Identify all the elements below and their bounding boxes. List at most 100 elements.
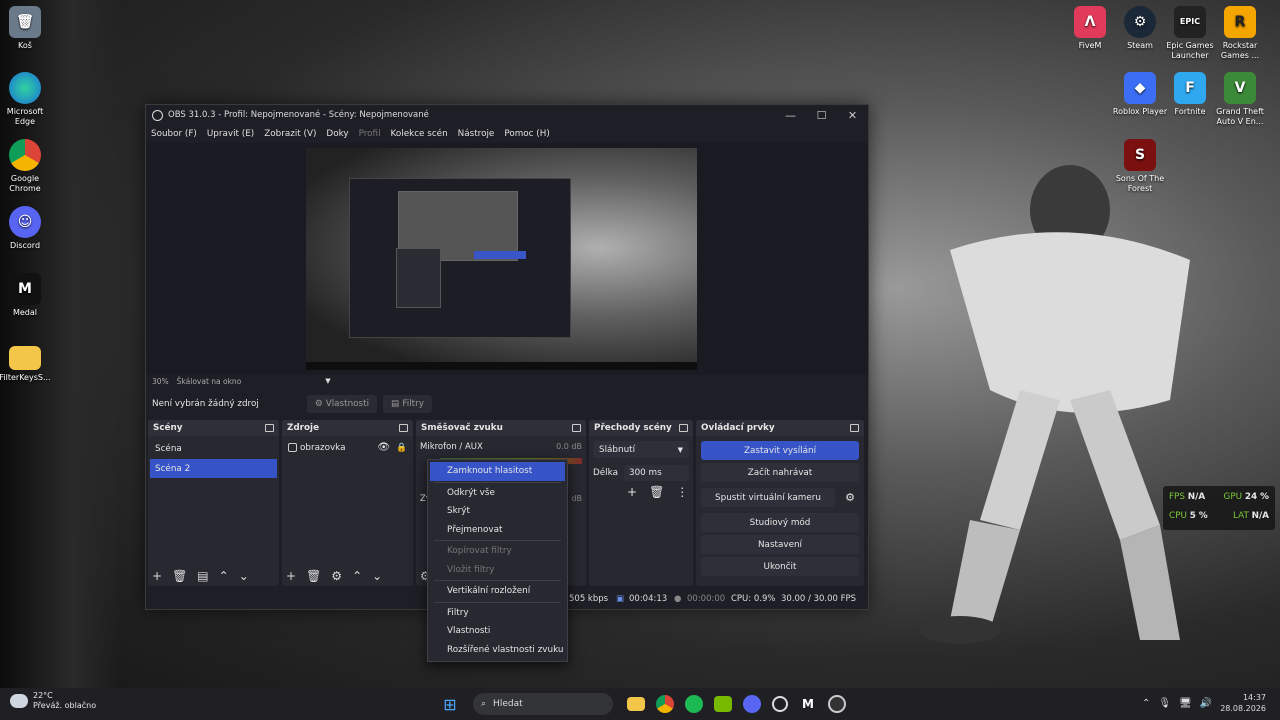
desktop-icon-roblox[interactable]: ◆ Roblox Player <box>1112 72 1168 117</box>
weather-widget[interactable]: 22°C Převáž. oblačno <box>10 691 96 711</box>
desktop-icon-medal[interactable]: M Medal <box>0 273 53 318</box>
controls-dock-header: Ovládací prvky <box>696 420 864 436</box>
menu-upravit[interactable]: Upravit (E) <box>207 129 254 139</box>
undock-icon[interactable] <box>265 424 274 432</box>
chevron-down-icon[interactable]: ▼ <box>325 377 330 385</box>
menu-item-lock-volume[interactable]: Zamknout hlasitost <box>430 462 565 481</box>
source-item[interactable]: obrazovka 👁 🔒 <box>282 438 413 457</box>
undock-icon[interactable] <box>850 424 859 432</box>
desktop-icon-fortnite[interactable]: F Fortnite <box>1162 72 1218 117</box>
chevron-up-icon[interactable]: ⌃ <box>1142 698 1150 709</box>
chrome-icon[interactable] <box>656 695 674 713</box>
minimize-button[interactable]: — <box>775 109 806 122</box>
settings-button[interactable]: Nastavení <box>701 535 859 554</box>
sources-toolbar: + 🗑 ⚙ ⌃ ⌄ <box>286 569 382 583</box>
start-virtual-camera-button[interactable]: Spustit virtuální kameru <box>701 488 835 507</box>
remove-scene-button[interactable]: 🗑 <box>172 569 187 583</box>
move-up-button[interactable]: ⌃ <box>352 569 362 583</box>
spotify-icon[interactable] <box>685 695 703 713</box>
file-explorer-icon[interactable] <box>627 697 645 711</box>
menu-soubor[interactable]: Soubor (F) <box>151 129 197 139</box>
desktop-icon-discord[interactable]: ☺ Discord <box>0 206 53 251</box>
start-recording-button[interactable]: Začít nahrávat <box>701 463 859 482</box>
add-source-button[interactable]: + <box>286 569 296 583</box>
scale-mode-label[interactable]: Škálovat na okno <box>177 377 242 386</box>
menu-separator <box>434 481 561 483</box>
network-icon[interactable]: 🖥 <box>1179 698 1192 709</box>
desktop-icon-rockstar[interactable]: R Rockstar Games ... <box>1212 6 1268 61</box>
desktop-icon-folder[interactable]: FilterKeysS... <box>0 340 53 383</box>
desktop-icon-recycle-bin[interactable]: 🗑 Koš <box>0 6 53 51</box>
maximize-button[interactable]: ☐ <box>806 109 837 122</box>
desktop-icon-label: FilterKeysS... <box>0 373 51 382</box>
remove-transition-button[interactable]: 🗑 <box>649 485 664 499</box>
move-down-button[interactable]: ⌄ <box>239 569 249 583</box>
menu-kolekce-scen[interactable]: Kolekce scén <box>391 129 448 139</box>
microphone-icon[interactable]: 🎙 <box>1158 698 1171 709</box>
gear-icon[interactable]: ⚙ <box>840 488 860 507</box>
duration-input[interactable]: 300 ms <box>623 465 689 481</box>
studio-mode-button[interactable]: Studiový mód <box>701 513 859 532</box>
preview-canvas[interactable] <box>306 148 697 370</box>
obs-icon[interactable] <box>828 695 846 713</box>
move-up-button[interactable]: ⌃ <box>219 569 229 583</box>
add-transition-button[interactable]: + <box>627 485 637 499</box>
close-button[interactable]: ✕ <box>837 109 868 122</box>
davinci-icon[interactable] <box>772 696 788 712</box>
menu-profil[interactable]: Profil <box>359 129 381 139</box>
menu-zobrazit[interactable]: Zobrazit (V) <box>264 129 316 139</box>
menu-item-hide[interactable]: Skrýt <box>430 502 565 521</box>
weather-desc: Převáž. oblačno <box>33 701 97 710</box>
move-down-button[interactable]: ⌄ <box>372 569 382 583</box>
desktop-icon-label: Sons Of The Forest <box>1115 174 1165 193</box>
menu-item-vertical-layout[interactable]: Vertikální rozložení <box>430 582 565 601</box>
desktop-icon-sons-forest[interactable]: S Sons Of The Forest <box>1112 139 1168 194</box>
menu-doky[interactable]: Doky <box>326 129 348 139</box>
filters-button[interactable]: ▤ Filtry <box>383 395 432 413</box>
exit-button[interactable]: Ukončit <box>701 557 859 576</box>
obs-logo-icon <box>152 109 163 121</box>
add-scene-button[interactable]: + <box>152 569 162 583</box>
properties-button[interactable]: ⚙ Vlastnosti <box>306 395 378 413</box>
desktop-icon-gta[interactable]: V Grand Theft Auto V En... <box>1212 72 1268 127</box>
search-box[interactable]: ⌕ Hledat <box>473 693 613 715</box>
source-properties-button[interactable]: ⚙ <box>331 569 342 583</box>
remove-source-button[interactable]: 🗑 <box>306 569 321 583</box>
desktop-icon-label: Steam <box>1127 41 1153 50</box>
scene-item-selected[interactable]: Scéna 2 <box>150 459 277 478</box>
undock-icon[interactable] <box>572 424 581 432</box>
gta-icon: V <box>1224 72 1256 104</box>
volume-icon[interactable]: 🔊 <box>1200 698 1212 709</box>
menu-pomoc[interactable]: Pomoc (H) <box>504 129 549 139</box>
menu-item-advanced-audio[interactable]: Rozšířené vlastnosti zvuku <box>430 641 565 660</box>
undock-icon[interactable] <box>679 424 688 432</box>
nvidia-icon[interactable] <box>714 696 732 712</box>
undock-icon[interactable] <box>399 424 408 432</box>
more-options-button[interactable]: ⋮ <box>676 485 688 499</box>
desktop-icon-epic[interactable]: EPIC Epic Games Launcher <box>1162 6 1218 61</box>
medal-icon[interactable]: M <box>796 692 820 716</box>
clock[interactable]: 14:37 28.08.2026 <box>1220 692 1266 714</box>
scene-filters-button[interactable]: ▤ <box>197 569 208 583</box>
eye-icon[interactable]: 👁 <box>377 442 390 453</box>
menu-item-properties[interactable]: Vlastnosti <box>430 622 565 641</box>
scene-item[interactable]: Scéna <box>150 439 277 458</box>
desktop-icon-edge[interactable]: Microsoft Edge <box>0 72 53 127</box>
scenes-dock-header: Scény <box>148 420 279 436</box>
menu-item-unhide-all[interactable]: Odkrýt vše <box>430 484 565 503</box>
desktop-icon-fivem[interactable]: Λ FiveM <box>1062 6 1118 51</box>
menu-item-filters[interactable]: Filtry <box>430 604 565 623</box>
properties-label: Vlastnosti <box>325 399 370 409</box>
desktop-icon-label: Google Chrome <box>9 174 41 193</box>
transition-select[interactable]: Slábnutí ▼ <box>593 441 689 458</box>
menu-item-rename[interactable]: Přejmenovat <box>430 521 565 540</box>
windows-start-icon[interactable]: ⊞ <box>438 692 462 716</box>
stop-streaming-button[interactable]: Zastavit vysílání <box>701 441 859 460</box>
lock-icon[interactable]: 🔒 <box>396 443 407 453</box>
fivem-icon: Λ <box>1074 6 1106 38</box>
discord-icon[interactable] <box>743 695 761 713</box>
menu-nastroje[interactable]: Nástroje <box>458 129 495 139</box>
desktop-icon-chrome[interactable]: Google Chrome <box>0 139 53 194</box>
desktop-icon-label: Koš <box>18 41 32 50</box>
desktop-icon-steam[interactable]: ⚙ Steam <box>1112 6 1168 51</box>
